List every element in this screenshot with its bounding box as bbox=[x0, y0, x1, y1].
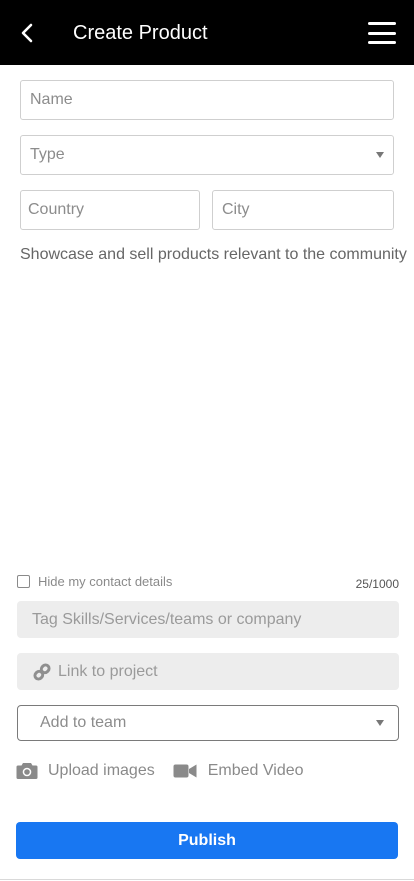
hide-contact-checkbox[interactable] bbox=[17, 575, 30, 588]
link-placeholder: Link to project bbox=[58, 662, 158, 680]
hamburger-menu-icon bbox=[368, 22, 396, 25]
back-button[interactable] bbox=[14, 20, 40, 46]
link-icon bbox=[33, 662, 51, 681]
name-placeholder: Name bbox=[30, 91, 73, 108]
video-camera-icon bbox=[173, 764, 197, 778]
type-placeholder: Type bbox=[30, 146, 65, 163]
hide-contact-row: Hide my contact details bbox=[17, 574, 172, 589]
publish-button[interactable]: Publish bbox=[16, 822, 398, 859]
back-arrow-icon bbox=[21, 23, 33, 43]
embed-video-button[interactable]: Embed Video bbox=[173, 762, 304, 780]
page-title: Create Product bbox=[73, 22, 208, 44]
name-input[interactable]: Name bbox=[20, 80, 394, 120]
char-counter: 25/1000 bbox=[355, 577, 399, 591]
bottom-divider bbox=[0, 879, 414, 880]
type-select[interactable]: Type bbox=[20, 135, 394, 175]
media-actions: Upload images Embed Video bbox=[16, 758, 304, 784]
country-placeholder: Country bbox=[28, 201, 85, 218]
city-input[interactable]: City bbox=[212, 190, 394, 230]
country-input[interactable]: Country bbox=[20, 190, 200, 230]
tag-placeholder: Tag Skills/Services/teams or company bbox=[32, 610, 302, 628]
chevron-down-icon bbox=[376, 720, 384, 726]
team-placeholder: Add to team bbox=[40, 714, 127, 731]
menu-button[interactable] bbox=[368, 22, 396, 44]
city-placeholder: City bbox=[222, 201, 250, 218]
embed-video-label: Embed Video bbox=[207, 762, 304, 779]
upload-images-label: Upload images bbox=[48, 762, 155, 779]
camera-icon bbox=[16, 763, 38, 779]
upload-images-button[interactable]: Upload images bbox=[16, 762, 155, 780]
link-project-input[interactable]: Link to project bbox=[17, 653, 399, 690]
hide-contact-label: Hide my contact details bbox=[38, 574, 173, 589]
description-textarea[interactable]: Showcase and sell products relevant to t… bbox=[20, 245, 414, 265]
team-select[interactable]: Add to team bbox=[17, 705, 399, 741]
tag-input[interactable]: Tag Skills/Services/teams or company bbox=[17, 601, 399, 638]
chevron-down-icon bbox=[376, 152, 384, 158]
app-header: Create Product bbox=[0, 0, 414, 65]
